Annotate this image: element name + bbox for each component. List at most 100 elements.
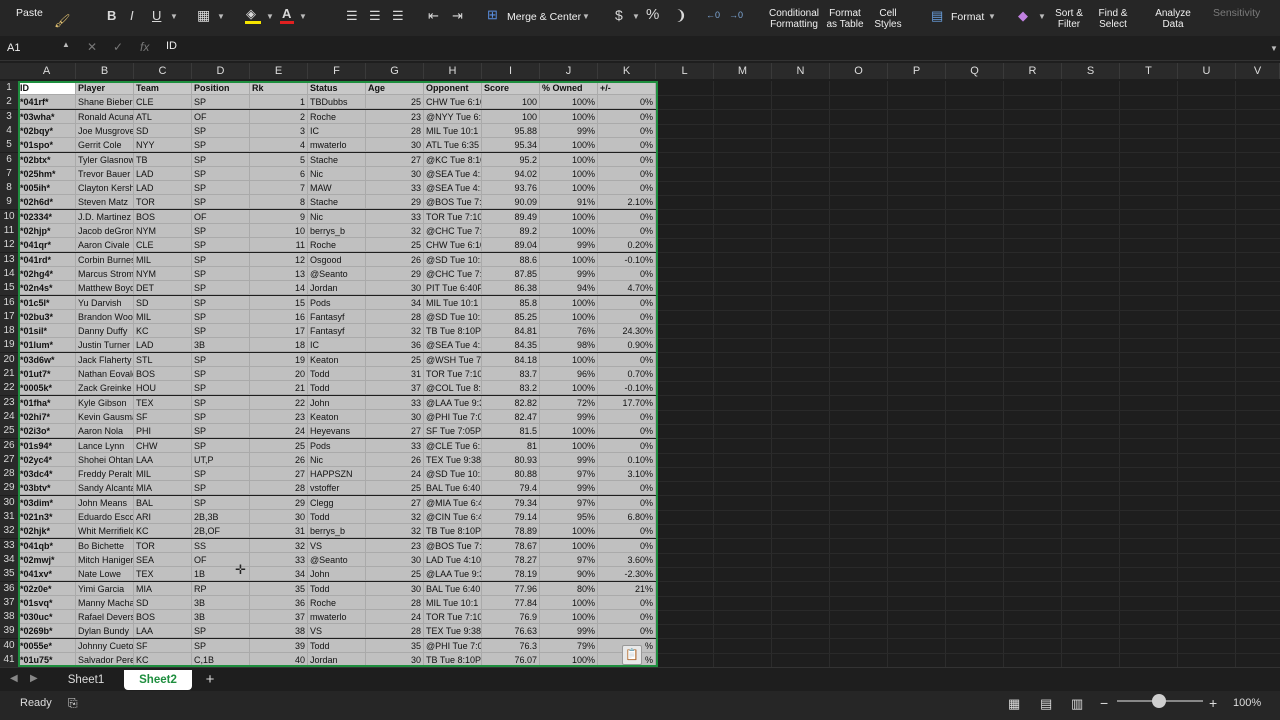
table-cell[interactable]: 0% (598, 439, 656, 453)
table-cell[interactable]: 80.93 (482, 453, 540, 467)
table-cell[interactable]: *03btv* (18, 481, 76, 495)
align-left-icon[interactable]: ☰ (346, 9, 358, 23)
table-cell[interactable]: 3 (250, 124, 308, 138)
table-cell[interactable]: 16 (250, 310, 308, 324)
table-cell[interactable]: 82.82 (482, 396, 540, 410)
analyze-data-button[interactable]: Analyze Data (1150, 8, 1196, 30)
table-cell[interactable]: 100% (540, 610, 598, 624)
table-cell[interactable]: SP (192, 153, 250, 167)
next-sheet-icon[interactable]: ▶ (30, 672, 38, 686)
table-cell[interactable]: SS (192, 539, 250, 553)
table-cell[interactable]: Nic (308, 210, 366, 224)
row-header[interactable]: 29 (0, 481, 18, 495)
table-cell[interactable]: Bo Bichette (76, 539, 134, 553)
table-cell[interactable]: 30 (366, 410, 424, 424)
table-cell[interactable]: mwaterlo (308, 610, 366, 624)
table-cell[interactable]: 30 (366, 653, 424, 667)
table-cell[interactable]: 26 (366, 253, 424, 267)
header-cell[interactable]: ID (18, 81, 76, 95)
table-cell[interactable]: Nate Lowe (76, 567, 134, 581)
paste-button[interactable]: Paste (16, 7, 43, 19)
table-cell[interactable]: Roche (308, 110, 366, 124)
table-cell[interactable]: 81.5 (482, 424, 540, 438)
table-cell[interactable]: 29 (366, 195, 424, 209)
table-cell[interactable]: 0% (598, 496, 656, 510)
column-header-h[interactable]: H (424, 63, 482, 79)
table-cell[interactable]: 94% (540, 281, 598, 295)
table-cell[interactable]: 95.34 (482, 138, 540, 152)
table-cell[interactable]: @COL Tue 8: (424, 381, 482, 395)
table-cell[interactable]: Tyler Glasnow (76, 153, 134, 167)
table-cell[interactable]: Aaron Civale (76, 238, 134, 252)
table-cell[interactable]: CLE (134, 238, 192, 252)
table-cell[interactable]: *03wha* (18, 110, 76, 124)
clear-eraser-icon[interactable]: ◆ (1018, 9, 1028, 23)
row-header[interactable]: 23 (0, 396, 18, 410)
table-cell[interactable]: 95.88 (482, 124, 540, 138)
table-cell[interactable]: 25 (366, 95, 424, 109)
table-cell[interactable]: *041rd* (18, 253, 76, 267)
row-header[interactable]: 14 (0, 267, 18, 281)
table-cell[interactable]: @SEA Tue 4:1 (424, 167, 482, 181)
table-cell[interactable]: SP (192, 281, 250, 295)
row-header[interactable]: 8 (0, 181, 18, 195)
table-cell[interactable]: CLE (134, 95, 192, 109)
table-cell[interactable]: 83.2 (482, 381, 540, 395)
table-cell[interactable]: 15 (250, 296, 308, 310)
table-cell[interactable]: 85.25 (482, 310, 540, 324)
table-cell[interactable]: 78.19 (482, 567, 540, 581)
table-cell[interactable]: Jacob deGrom (76, 224, 134, 238)
fill-color-dropdown-icon[interactable]: ▼ (266, 12, 274, 21)
table-cell[interactable]: 29 (366, 267, 424, 281)
table-cell[interactable]: *02i3o* (18, 424, 76, 438)
formula-input[interactable]: ID (166, 40, 177, 52)
row-header[interactable]: 2 (0, 95, 18, 109)
table-cell[interactable]: *02334* (18, 210, 76, 224)
row-header[interactable]: 3 (0, 110, 18, 124)
table-cell[interactable]: *03d6w* (18, 353, 76, 367)
header-cell[interactable]: Position (192, 81, 250, 95)
table-cell[interactable]: 3.10% (598, 467, 656, 481)
table-cell[interactable]: 36 (250, 596, 308, 610)
header-cell[interactable]: % Owned (540, 81, 598, 95)
table-cell[interactable]: SP (192, 253, 250, 267)
table-cell[interactable]: TB Tue 8:10P (424, 524, 482, 538)
table-cell[interactable]: 33 (366, 396, 424, 410)
table-cell[interactable]: Whit Merrifield (76, 524, 134, 538)
table-cell[interactable]: 97% (540, 496, 598, 510)
table-cell[interactable]: 24.30% (598, 324, 656, 338)
table-cell[interactable]: 99% (540, 267, 598, 281)
row-header[interactable]: 32 (0, 524, 18, 538)
table-cell[interactable]: mwaterlo (308, 138, 366, 152)
table-cell[interactable]: 90.09 (482, 195, 540, 209)
table-cell[interactable]: 99% (540, 624, 598, 638)
table-cell[interactable]: Mitch Haniger (76, 553, 134, 567)
table-cell[interactable]: SP (192, 481, 250, 495)
table-cell[interactable]: SP (192, 95, 250, 109)
table-cell[interactable]: *02h6d* (18, 195, 76, 209)
column-header-o[interactable]: O (830, 63, 888, 79)
table-cell[interactable]: Nic (308, 167, 366, 181)
table-cell[interactable]: 76% (540, 324, 598, 338)
table-cell[interactable]: 79.4 (482, 481, 540, 495)
table-cell[interactable]: RP (192, 582, 250, 596)
table-cell[interactable]: 21 (250, 381, 308, 395)
table-cell[interactable]: LAD (134, 181, 192, 195)
font-color-icon[interactable]: A (282, 7, 291, 21)
header-cell[interactable]: Rk (250, 81, 308, 95)
merge-center-icon[interactable]: ⊞ (487, 8, 498, 22)
table-cell[interactable]: 89.04 (482, 238, 540, 252)
table-cell[interactable]: SP (192, 353, 250, 367)
table-cell[interactable]: 0% (598, 424, 656, 438)
column-header-p[interactable]: P (888, 63, 946, 79)
table-cell[interactable]: *02hi7* (18, 410, 76, 424)
table-cell[interactable]: LAA (134, 453, 192, 467)
table-cell[interactable]: Yimi Garcia (76, 582, 134, 596)
table-cell[interactable]: @BOS Tue 7: (424, 195, 482, 209)
table-cell[interactable]: *02hjp* (18, 224, 76, 238)
prev-sheet-icon[interactable]: ◀ (10, 672, 18, 686)
table-cell[interactable]: Corbin Burnes (76, 253, 134, 267)
table-cell[interactable]: 100% (540, 310, 598, 324)
row-header[interactable]: 13 (0, 253, 18, 267)
table-cell[interactable]: 23 (250, 410, 308, 424)
